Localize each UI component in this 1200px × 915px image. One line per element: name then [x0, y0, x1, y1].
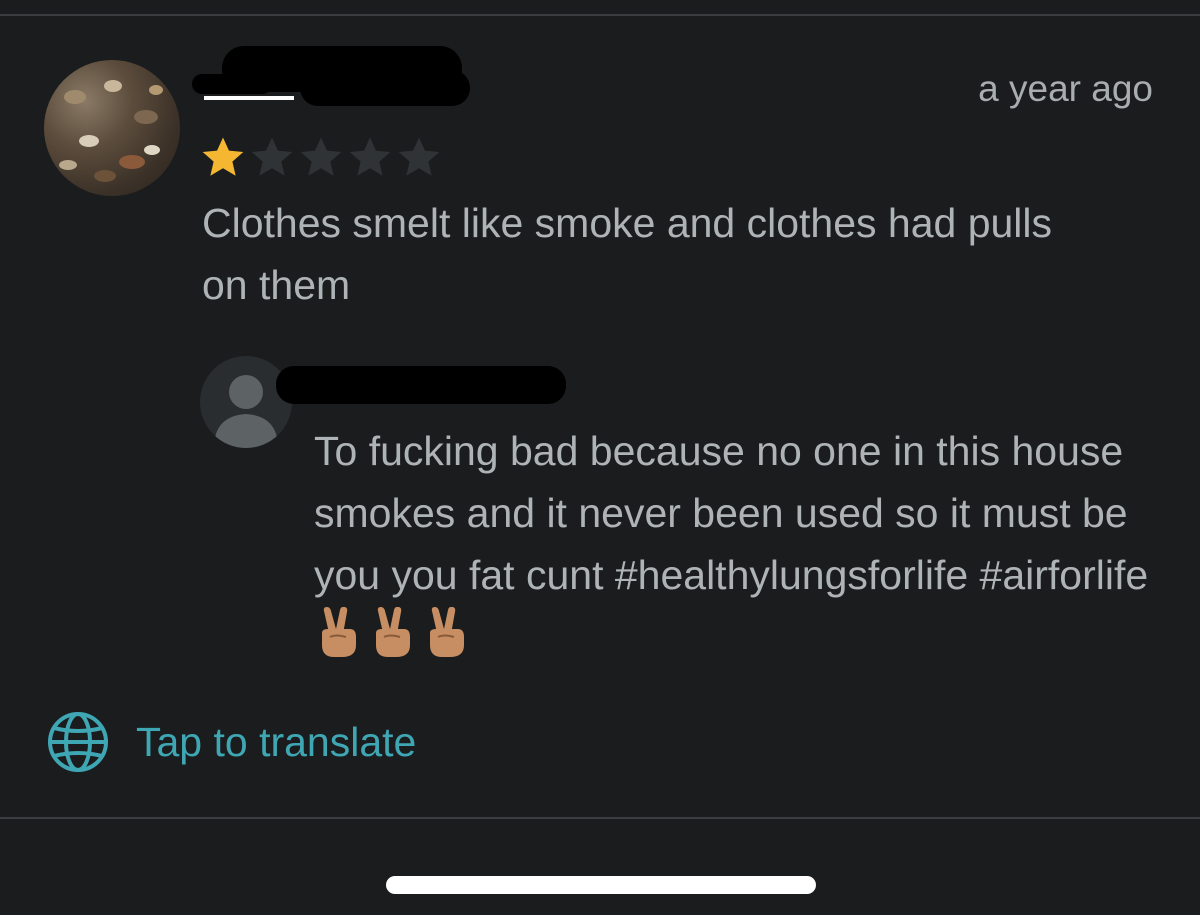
star-empty-icon	[349, 137, 391, 176]
avatar-leaf-texture	[79, 135, 99, 147]
avatar-leaf-texture	[94, 170, 116, 182]
avatar-leaf-texture	[149, 85, 163, 95]
globe-icon	[48, 712, 108, 772]
bottom-divider	[0, 817, 1200, 819]
user-silhouette-icon	[214, 375, 278, 448]
star-rating	[200, 134, 442, 180]
peace-emoji-row	[314, 607, 470, 676]
peace-sign-emoji-icon	[430, 607, 464, 657]
reply-body: To fucking bad because no one in this ho…	[314, 428, 1149, 598]
translate-button[interactable]: Tap to translate	[46, 710, 416, 774]
avatar-leaf-texture	[64, 90, 86, 104]
redacted-reviewer-name	[300, 70, 470, 106]
translate-label: Tap to translate	[136, 718, 417, 765]
avatar-leaf-texture	[59, 160, 77, 170]
avatar-leaf-texture	[134, 110, 158, 124]
reply-text: To fucking bad because no one in this ho…	[314, 420, 1174, 676]
peace-sign-emoji-icon	[376, 607, 410, 657]
redacted-owner-name	[276, 366, 566, 404]
home-indicator[interactable]	[386, 876, 816, 894]
star-empty-icon	[398, 137, 440, 176]
review-text: Clothes smelt like smoke and clothes had…	[202, 200, 1053, 308]
star-empty-icon	[251, 137, 293, 176]
avatar-leaf-texture	[119, 155, 145, 169]
avatar-leaf-texture	[144, 145, 160, 155]
avatar-leaf-texture	[104, 80, 122, 92]
star-empty-icon	[300, 137, 342, 176]
review-screen: a year ago Clothes smelt like smoke and …	[0, 0, 1200, 915]
peace-sign-emoji-icon	[322, 607, 356, 657]
reviewer-avatar[interactable]	[44, 60, 180, 196]
review-timestamp: a year ago	[978, 68, 1153, 109]
owner-avatar[interactable]	[200, 356, 292, 448]
top-divider	[0, 14, 1200, 16]
star-filled-icon	[202, 137, 244, 176]
redacted-reviewer-name	[192, 74, 272, 94]
